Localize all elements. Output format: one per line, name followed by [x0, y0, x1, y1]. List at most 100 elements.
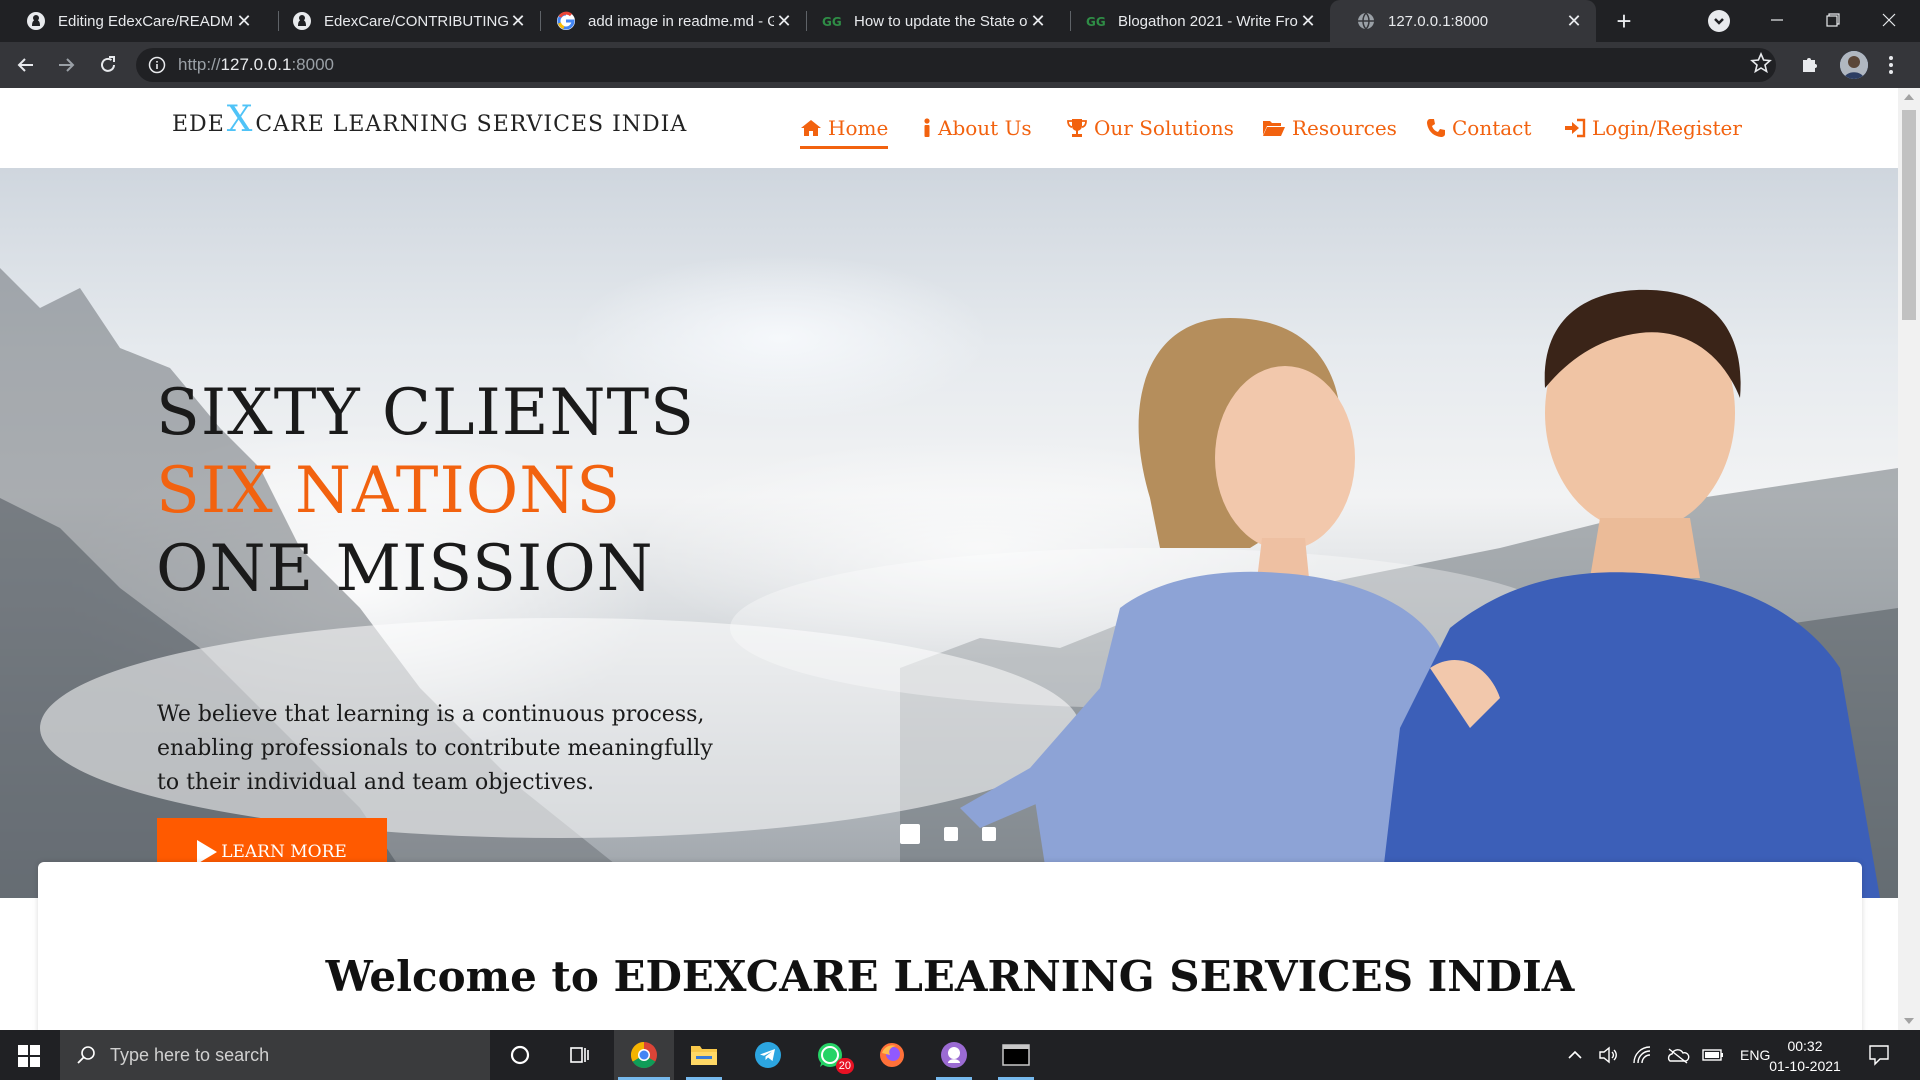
notification-center-icon[interactable] [1868, 1044, 1890, 1066]
close-icon[interactable]: ✕ [774, 11, 794, 31]
slider-dot-3[interactable] [982, 827, 996, 841]
back-button[interactable] [12, 51, 40, 79]
tab-title: Blogathon 2021 - Write From [1118, 12, 1298, 30]
windows-start-button[interactable] [18, 1045, 40, 1067]
tab-search-button[interactable] [1708, 10, 1730, 32]
reload-button[interactable] [94, 51, 122, 79]
hero-slider: SIXTY CLIENTS SIX NATIONS ONE MISSION We… [0, 168, 1898, 898]
nav-login-register[interactable]: Login/Register [1564, 116, 1742, 140]
close-icon[interactable]: ✕ [508, 11, 528, 31]
minimize-button[interactable] [1762, 8, 1792, 32]
folder-open-icon [1262, 119, 1286, 137]
nav-label: About Us [938, 116, 1032, 140]
hero-headline: SIXTY CLIENTS SIX NATIONS ONE MISSION [156, 374, 695, 608]
forward-button[interactable] [52, 51, 80, 79]
svg-text:GG: GG [1086, 15, 1106, 29]
tab-title: Editing EdexCare/README.md [58, 12, 234, 30]
scrollbar-thumb[interactable] [1902, 110, 1916, 320]
welcome-section: Welcome to EDEXCARE LEARNING SERVICES IN… [38, 862, 1862, 1030]
page-scrollbar[interactable] [1898, 88, 1920, 1030]
taskbar-clock[interactable]: 00:32 01-10-2021 [1750, 1036, 1860, 1076]
taskbar-chrome[interactable] [614, 1030, 674, 1080]
wifi-icon[interactable] [1632, 1046, 1652, 1064]
profile-avatar[interactable] [1840, 51, 1868, 79]
nav-about-us[interactable]: About Us [922, 116, 1032, 140]
nav-contact[interactable]: Contact [1426, 116, 1531, 140]
scroll-up-arrow[interactable] [1904, 94, 1914, 100]
nav-our-solutions[interactable]: Our Solutions [1066, 116, 1234, 140]
taskbar-file-explorer[interactable] [674, 1030, 734, 1080]
taskbar-terminal[interactable] [986, 1030, 1046, 1080]
taskbar-github-desktop[interactable] [924, 1030, 984, 1080]
arrow-left-icon [17, 58, 33, 72]
browser-menu-button[interactable] [1886, 54, 1896, 76]
tab-gfg-blogathon[interactable]: GG Blogathon 2021 - Write From ✕ [1060, 0, 1330, 42]
play-icon [197, 840, 218, 864]
clock-time: 00:32 [1787, 1038, 1823, 1054]
cortana-button[interactable] [490, 1030, 550, 1080]
nav-label: Login/Register [1592, 116, 1742, 140]
close-icon[interactable]: ✕ [1028, 11, 1048, 31]
trophy-icon [1066, 118, 1088, 138]
tab-title: 127.0.0.1:8000 [1388, 12, 1489, 30]
bookmark-star-icon[interactable] [1750, 52, 1772, 74]
svg-text:GG: GG [822, 15, 842, 29]
taskbar-whatsapp[interactable]: 20 [800, 1030, 860, 1080]
clock-date: 01-10-2021 [1769, 1058, 1841, 1074]
scroll-down-arrow[interactable] [1904, 1018, 1914, 1024]
url-host: 127.0.0.1 [220, 55, 292, 74]
welcome-heading: Welcome to EDEXCARE LEARNING SERVICES IN… [325, 952, 1575, 1001]
reload-icon [101, 56, 115, 72]
nav-home[interactable]: Home [800, 116, 889, 149]
tab-title: add image in readme.md - Google Search [588, 12, 774, 30]
github-icon [292, 11, 312, 31]
info-icon[interactable] [148, 56, 166, 74]
info-icon [922, 118, 932, 138]
slider-dot-2[interactable] [944, 827, 958, 841]
description-line-1: We believe that learning is a continuous… [157, 702, 705, 727]
tab-google-search[interactable]: add image in readme.md - Google Search ✕ [530, 0, 806, 42]
nav-resources[interactable]: Resources [1262, 116, 1397, 140]
site-navbar: EDE X CARE LEARNING SERVICES INDIA Home … [0, 88, 1898, 168]
url-port: :8000 [291, 55, 334, 74]
nav-label: Resources [1292, 116, 1397, 140]
headline-line-2: SIX NATIONS [156, 454, 622, 528]
geeksforgeeks-icon: GG [822, 11, 842, 31]
nav-label: Home [828, 116, 889, 140]
chevron-down-icon [1714, 18, 1724, 25]
restore-button[interactable] [1818, 8, 1848, 32]
google-icon [556, 11, 576, 31]
onedrive-icon[interactable] [1666, 1046, 1690, 1064]
github-icon [26, 11, 46, 31]
new-tab-button[interactable]: + [1610, 8, 1638, 36]
hero-description: We believe that learning is a continuous… [157, 698, 717, 800]
close-icon[interactable]: ✕ [1564, 11, 1584, 31]
browser-toolbar: http://127.0.0.1:8000 [0, 42, 1920, 88]
taskbar-search-box[interactable]: Type here to search [60, 1030, 490, 1080]
circle-icon [510, 1045, 530, 1065]
taskbar-firefox[interactable] [862, 1030, 922, 1080]
tab-title: How to update the State of [854, 12, 1028, 30]
close-icon[interactable]: ✕ [1298, 11, 1318, 31]
close-window-button[interactable] [1874, 8, 1904, 32]
address-bar[interactable]: http://127.0.0.1:8000 [136, 48, 1776, 82]
site-logo[interactable]: EDE X CARE LEARNING SERVICES INDIA [172, 102, 687, 138]
headline-line-3: ONE MISSION [156, 532, 654, 606]
tab-localhost[interactable]: 127.0.0.1:8000 ✕ [1330, 0, 1596, 42]
firefox-icon [880, 1043, 904, 1067]
tab-editing-readme[interactable]: Editing EdexCare/README.md ✕ [0, 0, 266, 42]
volume-icon[interactable] [1598, 1046, 1618, 1064]
close-icon[interactable]: ✕ [234, 11, 254, 31]
slider-dot-1[interactable] [900, 824, 920, 844]
tab-contributing[interactable]: EdexCare/CONTRIBUTING.md ✕ [266, 0, 540, 42]
taskbar-telegram[interactable] [738, 1030, 798, 1080]
task-view-button[interactable] [550, 1030, 610, 1080]
tab-title: EdexCare/CONTRIBUTING.md [324, 12, 508, 30]
nav-label: Our Solutions [1094, 116, 1234, 140]
battery-icon[interactable] [1702, 1048, 1724, 1062]
tab-gfg-state[interactable]: GG How to update the State of ✕ [796, 0, 1060, 42]
github-desktop-icon [941, 1042, 967, 1068]
search-placeholder: Type here to search [110, 1044, 270, 1065]
chevron-up-icon[interactable] [1566, 1046, 1584, 1064]
extensions-puzzle-icon[interactable] [1800, 53, 1822, 75]
